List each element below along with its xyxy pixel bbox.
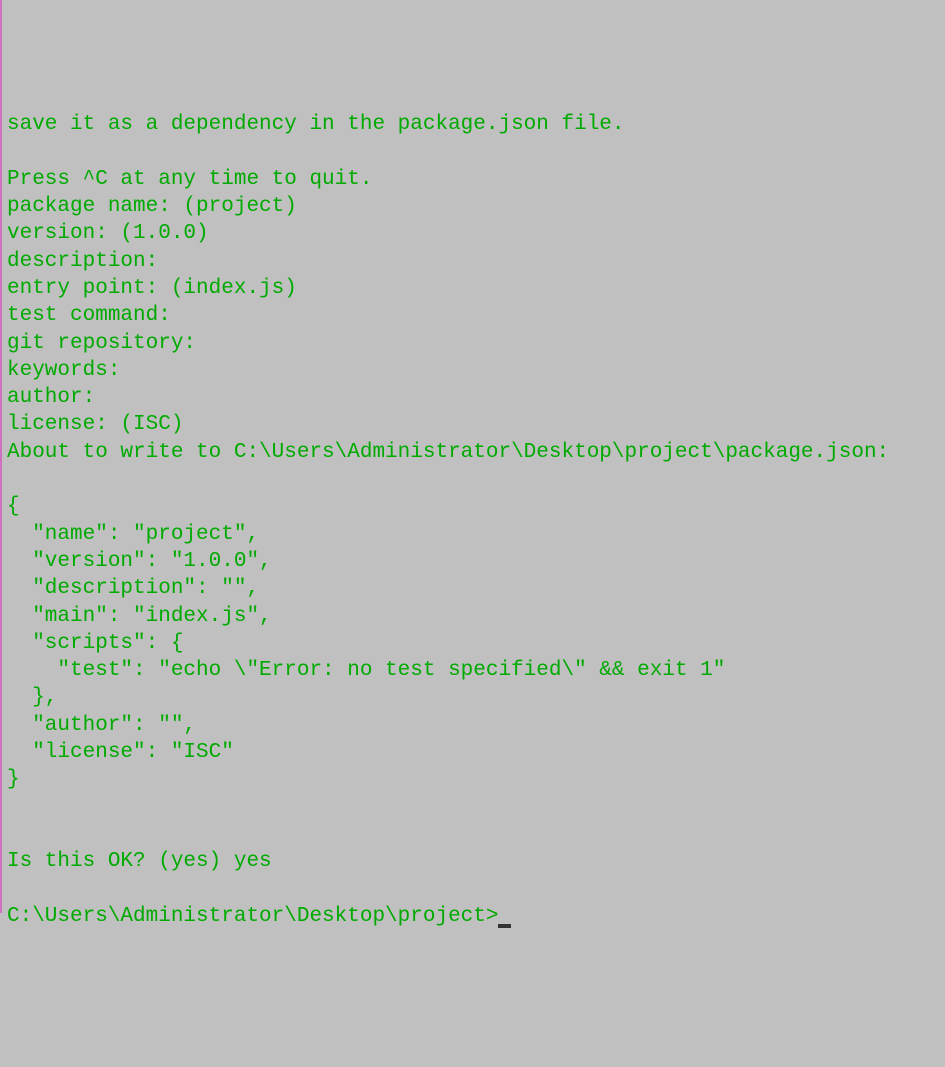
terminal-line: { [7,495,20,518]
terminal-line: package name: (project) [7,195,297,218]
cursor-icon [498,924,511,928]
terminal-line: "description": "", [7,577,259,600]
terminal-line: entry point: (index.js) [7,277,297,300]
terminal-line: } [7,768,20,791]
terminal-line: save it as a dependency in the package.j… [7,113,625,136]
terminal-line: test command: [7,304,171,327]
terminal-line: "version": "1.0.0", [7,550,272,573]
terminal-line: "main": "index.js", [7,605,272,628]
terminal-line: "author": "", [7,714,196,737]
terminal-line: About to write to C:\Users\Administrator… [7,441,889,464]
terminal-output[interactable]: save it as a dependency in the package.j… [7,111,945,930]
terminal-line: version: (1.0.0) [7,222,209,245]
terminal-line: git repository: [7,332,196,355]
prompt-line: C:\Users\Administrator\Desktop\project> [7,905,498,928]
terminal-line: "scripts": { [7,632,183,655]
terminal-line: keywords: [7,359,120,382]
terminal-line: "test": "echo \"Error: no test specified… [7,659,725,682]
terminal-line: "name": "project", [7,523,259,546]
terminal-line: Is this OK? (yes) yes [7,850,272,873]
terminal-line: description: [7,250,158,273]
terminal-line: license: (ISC) [7,413,183,436]
terminal-line: "license": "ISC" [7,741,234,764]
terminal-line: }, [7,686,57,709]
terminal-line: Press ^C at any time to quit. [7,168,372,191]
terminal-line: author: [7,386,95,409]
